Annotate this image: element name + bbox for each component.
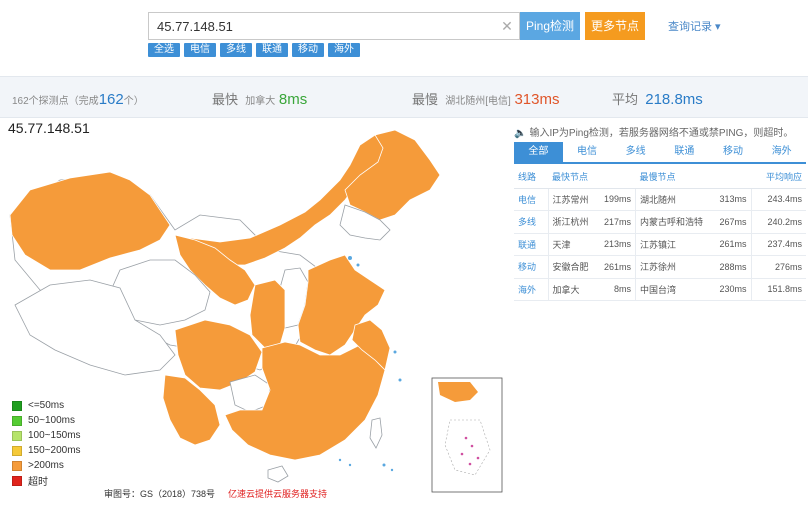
row-fastest-node: 加拿大 bbox=[547, 278, 600, 301]
row-fastest-node: 江苏常州 bbox=[547, 188, 600, 211]
col-slowest-time bbox=[715, 166, 752, 189]
row-slowest-node: 湖北随州 bbox=[635, 188, 716, 211]
legend-item: >200ms bbox=[12, 458, 81, 473]
row-fastest-time: 261ms bbox=[600, 255, 636, 279]
row-slowest-time: 267ms bbox=[715, 210, 752, 234]
row-fastest-time: 199ms bbox=[600, 188, 636, 211]
legend-swatch bbox=[12, 400, 22, 411]
row-average: 243.4ms bbox=[750, 188, 806, 211]
speaker-icon: 🔈 bbox=[514, 128, 527, 139]
query-history-link[interactable]: 查询记录 ▾ bbox=[668, 18, 721, 34]
row-slowest-time: 288ms bbox=[715, 255, 752, 279]
average-summary: 平均 218.8ms bbox=[612, 91, 703, 108]
filter-all[interactable]: 全选 bbox=[148, 43, 180, 57]
legend-item: 超时 bbox=[12, 473, 81, 488]
row-fastest-node: 浙江杭州 bbox=[547, 210, 600, 234]
row-fastest-time: 213ms bbox=[600, 233, 636, 256]
table-row: 联通 天津 213ms 江苏镇江 261ms 237.4ms bbox=[514, 233, 806, 256]
row-slowest-time: 261ms bbox=[715, 233, 752, 256]
row-fastest-node: 安徽合肥 bbox=[547, 255, 600, 279]
row-average: 276ms bbox=[750, 255, 806, 279]
latency-legend: <=50ms 50~100ms 100~150ms 150~200ms >200… bbox=[12, 398, 81, 488]
row-fastest-time: 8ms bbox=[600, 278, 636, 301]
results-table: 线路 最快节点 最慢节点 平均响应 电信 江苏常州 199ms 湖北随州 313… bbox=[514, 166, 806, 301]
filter-multiline[interactable]: 多线 bbox=[220, 43, 252, 57]
col-line: 线路 bbox=[514, 166, 548, 189]
legend-swatch bbox=[12, 460, 22, 471]
row-line[interactable]: 海外 bbox=[514, 278, 548, 301]
tab-unicom[interactable]: 联通 bbox=[660, 142, 709, 162]
ip-search-input[interactable] bbox=[148, 12, 520, 40]
legend-swatch bbox=[12, 430, 22, 441]
table-row: 多线 浙江杭州 217ms 内蒙古呼和浩特 267ms 240.2ms bbox=[514, 210, 806, 234]
tab-overseas[interactable]: 海外 bbox=[757, 142, 806, 162]
ping-hint: 🔈 输入IP为Ping检测，若服务器网络不通或禁PING，则超时。 bbox=[514, 128, 794, 139]
row-slowest-node: 内蒙古呼和浩特 bbox=[635, 210, 716, 234]
legend-swatch bbox=[12, 475, 22, 486]
legend-item: <=50ms bbox=[12, 398, 81, 413]
map-region-hainan[interactable] bbox=[267, 465, 289, 483]
row-slowest-node: 中国台湾 bbox=[635, 278, 716, 301]
map-region-taiwan[interactable] bbox=[369, 417, 383, 449]
filter-overseas[interactable]: 海外 bbox=[328, 43, 360, 57]
legend-item: 50~100ms bbox=[12, 413, 81, 428]
row-slowest-node: 江苏镇江 bbox=[635, 233, 716, 256]
south-china-sea-inset bbox=[431, 377, 503, 493]
line-filter-group: 全选 电信 多线 联通 移动 海外 bbox=[148, 43, 360, 57]
row-average: 151.8ms bbox=[750, 278, 806, 301]
results-tab-bar: 全部 电信 多线 联通 移动 海外 bbox=[514, 142, 806, 164]
tab-telecom[interactable]: 电信 bbox=[563, 142, 612, 162]
row-average: 237.4ms bbox=[750, 233, 806, 256]
row-line[interactable]: 多线 bbox=[514, 210, 548, 234]
row-line[interactable]: 移动 bbox=[514, 255, 548, 279]
map-approval-number: 审图号：GS（2018）738号 bbox=[104, 489, 216, 499]
row-line[interactable]: 联通 bbox=[514, 233, 548, 256]
legend-swatch bbox=[12, 445, 22, 456]
sponsor-link[interactable]: 亿速云提供云服务器支持 bbox=[228, 487, 327, 500]
legend-swatch bbox=[12, 415, 22, 426]
col-slowest-node: 最慢节点 bbox=[635, 166, 716, 189]
more-nodes-button[interactable]: 更多节点 bbox=[585, 12, 645, 40]
row-fastest-node: 天津 bbox=[547, 233, 600, 256]
col-average: 平均响应 bbox=[751, 166, 806, 189]
search-header: ✕ Ping检测 更多节点 查询记录 ▾ 全选 电信 多线 联通 移动 海外 bbox=[0, 0, 808, 72]
legend-item: 100~150ms bbox=[12, 428, 81, 443]
row-slowest-node: 江苏徐州 bbox=[635, 255, 716, 279]
col-fastest-time bbox=[600, 166, 636, 189]
row-average: 240.2ms bbox=[750, 210, 806, 234]
row-fastest-time: 217ms bbox=[600, 210, 636, 234]
tab-multiline[interactable]: 多线 bbox=[611, 142, 660, 162]
ping-check-button[interactable]: Ping检测 bbox=[520, 12, 580, 40]
tab-all[interactable]: 全部 bbox=[514, 142, 563, 162]
table-row: 电信 江苏常州 199ms 湖北随州 313ms 243.4ms bbox=[514, 188, 806, 211]
map-region-shaanxi[interactable] bbox=[249, 279, 286, 349]
node-count: 162个探测点（完成162个） bbox=[12, 91, 144, 108]
filter-unicom[interactable]: 联通 bbox=[256, 43, 288, 57]
fastest-summary: 最快 加拿大 8ms bbox=[212, 91, 308, 108]
legend-item: 150~200ms bbox=[12, 443, 81, 458]
row-slowest-time: 313ms bbox=[715, 188, 752, 211]
filter-telecom[interactable]: 电信 bbox=[184, 43, 216, 57]
slowest-summary: 最慢 湖北随州[电信] 313ms bbox=[412, 91, 560, 108]
table-row: 海外 加拿大 8ms 中国台湾 230ms 151.8ms bbox=[514, 278, 806, 301]
tab-mobile[interactable]: 移动 bbox=[709, 142, 758, 162]
clear-icon[interactable]: ✕ bbox=[500, 16, 514, 36]
row-line[interactable]: 电信 bbox=[514, 188, 548, 211]
filter-mobile[interactable]: 移动 bbox=[292, 43, 324, 57]
result-summary-bar: 162个探测点（完成162个） 最快 加拿大 8ms 最慢 湖北随州[电信] 3… bbox=[0, 76, 808, 118]
row-slowest-time: 230ms bbox=[715, 278, 752, 301]
table-header-row: 线路 最快节点 最慢节点 平均响应 bbox=[514, 166, 806, 189]
table-row: 移动 安徽合肥 261ms 江苏徐州 288ms 276ms bbox=[514, 255, 806, 279]
col-fastest-node: 最快节点 bbox=[548, 166, 600, 189]
